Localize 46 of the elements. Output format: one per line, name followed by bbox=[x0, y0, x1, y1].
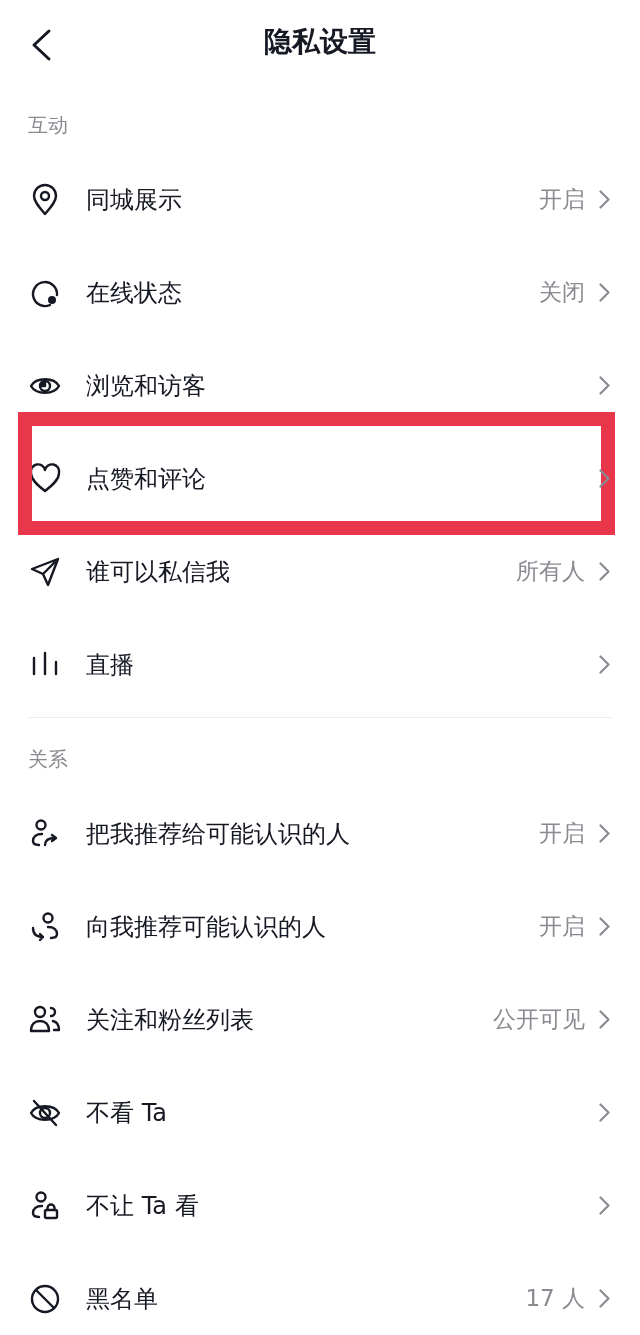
chevron-icon bbox=[599, 655, 610, 674]
settings-row[interactable]: 关注和粉丝列表 公开可见 bbox=[0, 973, 640, 1066]
settings-row[interactable]: 把我推荐给可能认识的人 开启 bbox=[0, 787, 640, 880]
row-label: 不看 Ta bbox=[86, 1097, 169, 1129]
row-value: 开启 bbox=[539, 912, 585, 941]
settings-row[interactable]: 点赞和评论 bbox=[0, 432, 640, 525]
row-label: 在线状态 bbox=[86, 277, 183, 309]
row-value: 开启 bbox=[539, 185, 585, 214]
settings-row[interactable]: 黑名单 17 人 bbox=[0, 1252, 640, 1335]
row-value: 17 人 bbox=[525, 1284, 585, 1313]
row-label: 点赞和评论 bbox=[86, 463, 207, 495]
chevron-icon bbox=[599, 1103, 610, 1122]
settings-row[interactable]: 直播 bbox=[0, 618, 640, 711]
chevron-icon bbox=[599, 190, 610, 209]
chevron-icon bbox=[599, 824, 610, 843]
settings-row[interactable]: 在线状态 关闭 bbox=[0, 246, 640, 339]
chevron-icon bbox=[599, 917, 610, 936]
section-label: 互动 bbox=[27, 112, 69, 139]
row-label: 向我推荐可能认识的人 bbox=[86, 911, 327, 943]
chevron-icon bbox=[599, 469, 610, 488]
chevron-icon bbox=[599, 376, 610, 395]
row-label: 直播 bbox=[86, 649, 135, 681]
row-value: 公开可见 bbox=[493, 1005, 585, 1034]
chevron-icon bbox=[599, 283, 610, 302]
settings-row[interactable]: 同城展示 开启 bbox=[0, 153, 640, 246]
row-label: 不让 Ta 看 bbox=[86, 1190, 200, 1222]
settings-row[interactable]: 不看 Ta bbox=[0, 1066, 640, 1159]
settings-row[interactable]: 谁可以私信我 所有人 bbox=[0, 525, 640, 618]
page-title: 隐私设置 bbox=[264, 24, 376, 60]
chevron-icon bbox=[599, 1196, 610, 1215]
row-label: 同城展示 bbox=[86, 184, 183, 216]
settings-row[interactable]: 浏览和访客 bbox=[0, 339, 640, 432]
row-label: 谁可以私信我 bbox=[86, 556, 231, 588]
row-value: 所有人 bbox=[516, 557, 585, 586]
settings-row[interactable]: 向我推荐可能认识的人 开启 bbox=[0, 880, 640, 973]
section-label: 关系 bbox=[27, 746, 69, 773]
row-value: 关闭 bbox=[539, 278, 585, 307]
row-value: 开启 bbox=[539, 819, 585, 848]
chevron-icon bbox=[599, 1289, 610, 1308]
chevron-icon bbox=[599, 1010, 610, 1029]
row-label: 把我推荐给可能认识的人 bbox=[86, 818, 351, 850]
chevron-icon bbox=[599, 562, 610, 581]
row-label: 黑名单 bbox=[86, 1283, 159, 1315]
row-label: 关注和粉丝列表 bbox=[86, 1004, 255, 1036]
row-label: 浏览和访客 bbox=[86, 370, 207, 402]
settings-row[interactable]: 不让 Ta 看 bbox=[0, 1159, 640, 1252]
